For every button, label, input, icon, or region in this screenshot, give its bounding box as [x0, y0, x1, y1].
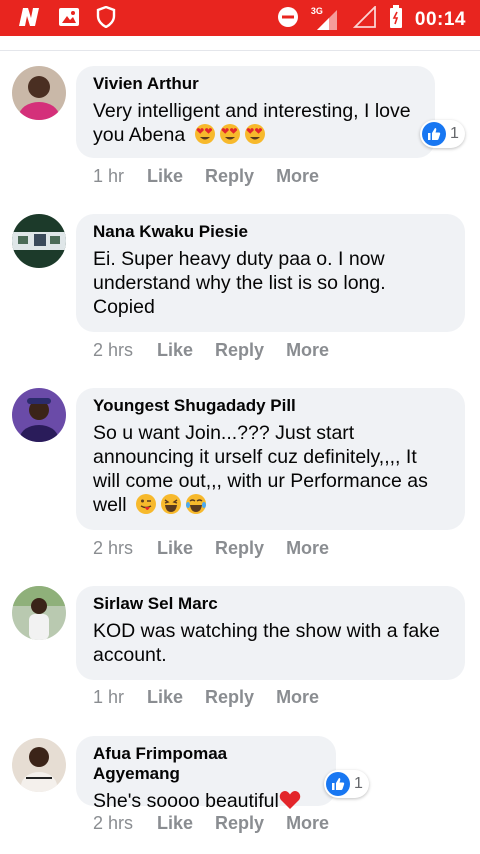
like-reaction-icon [422, 122, 446, 146]
like-button[interactable]: Like [157, 813, 193, 834]
laughing-emoji [161, 494, 182, 514]
do-not-disturb-icon [277, 6, 299, 33]
heart-eyes-emoji [244, 124, 265, 144]
avatar[interactable] [12, 738, 66, 792]
reply-button[interactable]: Reply [215, 813, 264, 834]
like-button[interactable]: Like [147, 166, 183, 187]
red-heart-emoji [279, 791, 301, 809]
comment-time[interactable]: 2 hrs [93, 538, 157, 559]
n-app-icon [16, 6, 42, 33]
comment-bubble[interactable]: Vivien Arthur Very intelligent and inter… [76, 66, 435, 158]
comment-time[interactable]: 1 hr [93, 166, 147, 187]
comment-actions: 1 hr Like Reply More [93, 166, 341, 187]
header-divider [0, 50, 480, 51]
signal-empty-icon [352, 4, 377, 33]
reaction-count[interactable]: 1 [420, 120, 465, 148]
avatar[interactable] [12, 66, 66, 120]
comment-bubble[interactable]: Youngest Shugadady Pill So u want Join..… [76, 388, 465, 530]
reply-button[interactable]: Reply [215, 340, 264, 361]
like-reaction-icon [326, 772, 350, 796]
like-button[interactable]: Like [157, 340, 193, 361]
comment-actions: 2 hrs Like Reply More [93, 538, 351, 559]
reply-button[interactable]: Reply [215, 538, 264, 559]
more-button[interactable]: More [286, 340, 329, 361]
comment-time[interactable]: 1 hr [93, 687, 147, 708]
more-button[interactable]: More [286, 538, 329, 559]
reply-button[interactable]: Reply [205, 687, 254, 708]
comment-text: KOD was watching the show with a fake ac… [93, 620, 440, 666]
comment-author[interactable]: Afua Frimpomaa Agyemang [93, 744, 318, 784]
more-button[interactable]: More [286, 813, 329, 834]
comment-text: Ei. Super heavy duty paa o. I now unders… [93, 248, 386, 318]
avatar[interactable] [12, 214, 66, 268]
comment-text: She's soooo beautiful [93, 789, 318, 813]
comment-text: Very intelligent and interesting, I love… [93, 99, 417, 147]
comment-author[interactable]: Sirlaw Sel Marc [93, 594, 447, 614]
status-bar: 3G 00:14 [0, 0, 480, 36]
comment-actions: 1 hr Like Reply More [93, 687, 341, 708]
comment-bubble[interactable]: Afua Frimpomaa Agyemang She's soooo beau… [76, 736, 336, 812]
comment-bubble[interactable]: Sirlaw Sel Marc KOD was watching the sho… [76, 586, 465, 680]
reaction-count[interactable]: 1 [324, 770, 369, 798]
avatar[interactable] [12, 586, 66, 640]
comment-author[interactable]: Youngest Shugadady Pill [93, 396, 447, 416]
shield-icon [96, 5, 116, 33]
comment-text-body: She's soooo beautiful [93, 790, 279, 812]
reaction-number: 1 [450, 125, 459, 142]
tongue-wink-emoji [136, 494, 157, 514]
comment-text: So u want Join...??? Just start announci… [93, 421, 447, 517]
comment-author[interactable]: Nana Kwaku Piesie [93, 222, 447, 242]
comment-actions: 2 hrs Like Reply More [93, 340, 351, 361]
clock: 00:14 [414, 8, 466, 30]
gallery-icon [58, 7, 80, 32]
like-button[interactable]: Like [157, 538, 193, 559]
reply-button[interactable]: Reply [205, 166, 254, 187]
heart-eyes-emoji [219, 124, 240, 144]
comment-author[interactable]: Vivien Arthur [93, 74, 417, 94]
avatar[interactable] [12, 388, 66, 442]
comment-time[interactable]: 2 hrs [93, 340, 157, 361]
comment-time[interactable]: 2 hrs [93, 813, 157, 834]
like-button[interactable]: Like [147, 687, 183, 708]
battery-icon [389, 5, 403, 34]
tears-of-joy-emoji [186, 494, 207, 514]
comment-actions: 2 hrs Like Reply More [93, 813, 351, 834]
comment-bubble[interactable]: Nana Kwaku Piesie Ei. Super heavy duty p… [76, 214, 465, 332]
reaction-number: 1 [354, 775, 363, 792]
more-button[interactable]: More [276, 166, 319, 187]
heart-eyes-emoji [194, 124, 215, 144]
more-button[interactable]: More [276, 687, 319, 708]
signal-icon: 3G [311, 6, 341, 32]
